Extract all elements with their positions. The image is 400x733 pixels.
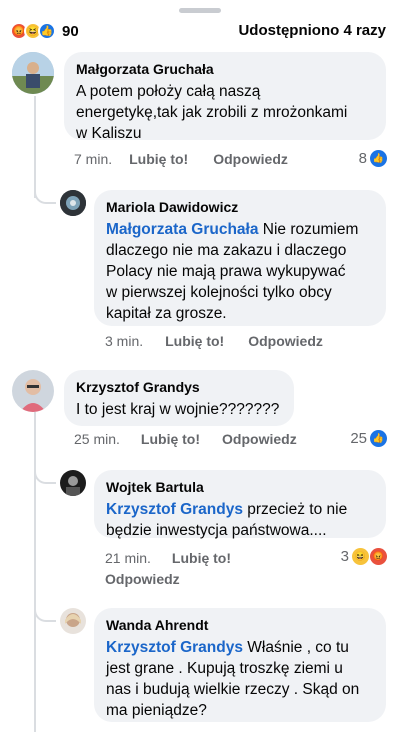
avatar[interactable] xyxy=(12,370,54,412)
comment-text: I to jest kraj w wojnie??????? xyxy=(76,401,280,418)
comment-time: 25 min. xyxy=(74,431,120,447)
reply-button[interactable]: Odpowiedz xyxy=(105,571,180,587)
mention-link[interactable]: Krzysztof Grandys xyxy=(106,639,243,656)
reply-button[interactable]: Odpowiedz xyxy=(222,431,297,447)
reaction-count: 3 xyxy=(340,548,349,565)
like-icon: 👍 xyxy=(370,430,387,447)
comment-meta: 7 min. Lubię to! Odpowiedz xyxy=(74,151,288,167)
comment-bubble: Krzysztof Grandys I to jest kraj w wojni… xyxy=(64,370,294,426)
like-button[interactable]: Lubię to! xyxy=(165,333,224,349)
reaction-count: 8 xyxy=(358,150,367,167)
comment-text: Małgorzata Gruchała Nie rozumiem dlaczeg… xyxy=(106,221,359,322)
comment-reactions[interactable]: 3 😆 😡 xyxy=(341,548,387,565)
thread-connector xyxy=(34,460,56,484)
comment-meta-row2: Odpowiedz xyxy=(105,571,180,587)
comment-author[interactable]: Mariola Dawidowicz xyxy=(106,198,374,216)
comment-bubble: Mariola Dawidowicz Małgorzata Gruchała N… xyxy=(94,190,386,326)
comment-author[interactable]: Małgorzata Gruchała xyxy=(76,60,374,78)
comment-time: 3 min. xyxy=(105,333,144,349)
comment-bubble: Małgorzata Gruchała A potem położy całą … xyxy=(64,52,386,142)
drag-handle[interactable] xyxy=(179,8,221,13)
comment-author[interactable]: Wanda Ahrendt xyxy=(106,616,374,634)
angry-icon: 😡 xyxy=(370,548,387,565)
like-button[interactable]: Lubię to! xyxy=(141,431,200,447)
reaction-count: 25 xyxy=(350,430,367,447)
avatar[interactable] xyxy=(12,52,54,94)
mention-link[interactable]: Małgorzata Gruchała xyxy=(106,221,258,238)
reaction-summary[interactable]: 😡 😆 👍 90 xyxy=(10,20,79,42)
reaction-summary-bar: 😡 😆 👍 90 Udostępniono 4 razy xyxy=(0,20,400,44)
reply-button[interactable]: Odpowiedz xyxy=(248,333,323,349)
avatar[interactable] xyxy=(60,470,86,496)
reaction-count: 90 xyxy=(62,22,79,40)
comment-time: 7 min. xyxy=(74,151,113,167)
comment-text: Krzysztof Grandys Właśnie , co tu jest g… xyxy=(106,639,360,719)
like-button[interactable]: Lubię to! xyxy=(129,151,188,167)
avatar[interactable] xyxy=(60,608,86,634)
mention-link[interactable]: Krzysztof Grandys xyxy=(106,501,243,518)
comment-author[interactable]: Krzysztof Grandys xyxy=(76,378,282,396)
comment-meta: 25 min. Lubię to! Odpowiedz xyxy=(74,431,297,447)
like-button[interactable]: Lubię to! xyxy=(172,550,231,566)
haha-icon: 😆 xyxy=(352,548,369,565)
thread-connector xyxy=(34,598,56,622)
avatar[interactable] xyxy=(60,190,86,216)
like-icon: 👍 xyxy=(370,150,387,167)
comment-reactions[interactable]: 8 👍 xyxy=(359,150,387,167)
reply-button[interactable]: Odpowiedz xyxy=(213,151,288,167)
comment-meta: 21 min. Lubię to! xyxy=(105,550,231,566)
comment-text: Krzysztof Grandys przecież to nie będzie… xyxy=(106,501,348,539)
like-icon: 👍 xyxy=(38,22,56,40)
comment-reactions[interactable]: 25 👍 xyxy=(350,430,387,447)
comment-time: 21 min. xyxy=(105,550,151,566)
comment-bubble: Wojtek Bartula Krzysztof Grandys przecie… xyxy=(94,470,386,539)
comment-author[interactable]: Wojtek Bartula xyxy=(106,478,374,496)
comment-bubble: Wanda Ahrendt Krzysztof Grandys Właśnie … xyxy=(94,608,386,722)
shares-count[interactable]: Udostępniono 4 razy xyxy=(238,22,386,39)
comment-text: A potem położy całą naszą energetykę,tak… xyxy=(76,83,348,142)
comment-meta: 3 min. Lubię to! Odpowiedz xyxy=(105,333,323,349)
thread-connector xyxy=(34,180,56,204)
